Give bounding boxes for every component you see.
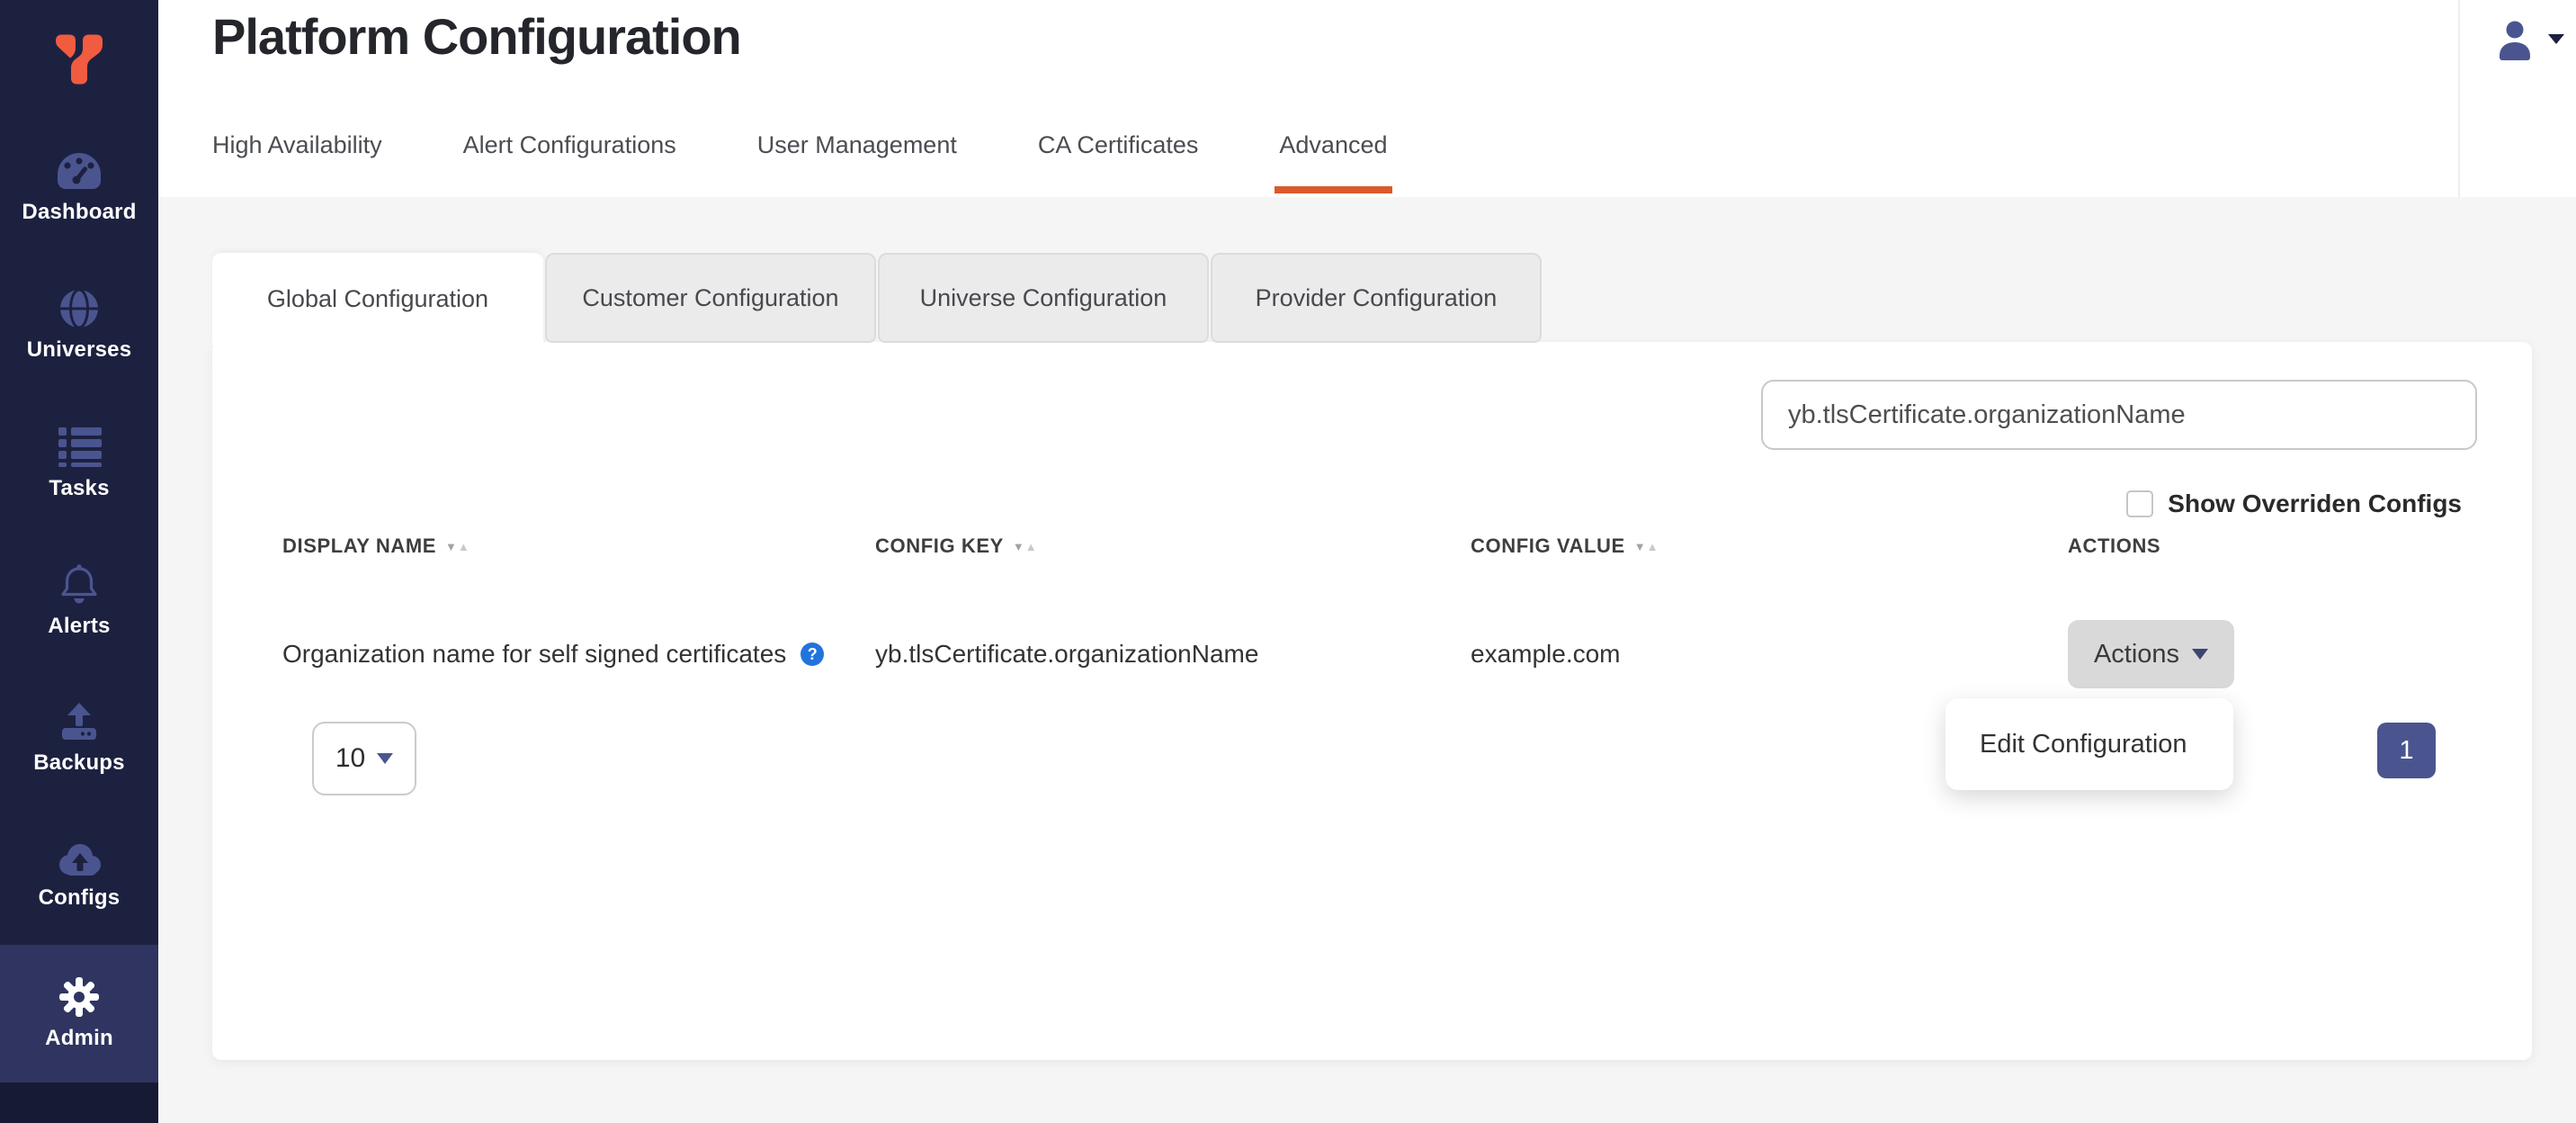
config-table-header: DISPLAY NAME▼▲ CONFIG KEY▼▲ CONFIG VALUE… — [282, 535, 2462, 558]
user-avatar-icon — [2496, 20, 2534, 61]
chevron-down-icon — [2548, 34, 2564, 44]
dashboard-gauge-icon — [56, 150, 103, 192]
sidebar-item-label: Alerts — [48, 614, 110, 639]
gear-icon — [58, 976, 101, 1018]
sort-asc-icon: ▲ — [1647, 540, 1659, 553]
yugabyte-logo-icon — [49, 32, 109, 86]
config-subtabs: Global Configuration Customer Configurat… — [212, 253, 1543, 346]
globe-icon — [58, 288, 100, 329]
subtab-provider-configuration[interactable]: Provider Configuration — [1211, 253, 1542, 343]
sidebar: Dashboard Universes Tasks A — [0, 0, 158, 1123]
header-tabs: High Availability Alert Configurations U… — [212, 93, 1388, 197]
column-header-display-name[interactable]: DISPLAY NAME▼▲ — [282, 535, 875, 558]
page-size-selector[interactable]: 10 — [312, 722, 416, 795]
column-header-config-value[interactable]: CONFIG VALUE▼▲ — [1471, 535, 2068, 558]
help-icon[interactable]: ? — [801, 642, 824, 666]
cell-display-name: Organization name for self signed certif… — [282, 640, 875, 669]
sidebar-item-universes[interactable]: Universes — [0, 256, 158, 394]
sidebar-item-alerts[interactable]: Alerts — [0, 532, 158, 669]
global-configuration-panel: Show Overriden Configs DISPLAY NAME▼▲ CO… — [212, 342, 2532, 1060]
sidebar-item-admin[interactable]: Admin — [0, 945, 158, 1083]
sidebar-bottom-strip — [0, 1083, 158, 1123]
caret-down-icon — [377, 753, 393, 764]
tab-high-availability[interactable]: High Availability — [212, 93, 382, 197]
sort-icons[interactable]: ▼▲ — [1013, 540, 1038, 553]
tab-ca-certificates[interactable]: CA Certificates — [1038, 93, 1199, 197]
subtab-global-configuration[interactable]: Global Configuration — [212, 253, 543, 346]
sidebar-item-label: Admin — [45, 1026, 113, 1051]
sidebar-item-configs[interactable]: Configs — [0, 807, 158, 945]
header: Platform Configuration High Availability… — [158, 0, 2576, 197]
cell-config-value: example.com — [1471, 640, 2068, 669]
sidebar-item-backups[interactable]: Backups — [0, 669, 158, 807]
page-title: Platform Configuration — [212, 7, 741, 66]
subtab-universe-configuration[interactable]: Universe Configuration — [878, 253, 1209, 343]
table-row: Organization name for self signed certif… — [282, 609, 2462, 699]
sort-icons[interactable]: ▼▲ — [445, 540, 470, 553]
tab-user-management[interactable]: User Management — [757, 93, 957, 197]
tab-alert-configurations[interactable]: Alert Configurations — [463, 93, 676, 197]
sidebar-item-label: Backups — [33, 750, 124, 776]
show-overridden-label: Show Overriden Configs — [2168, 490, 2462, 518]
actions-dropdown-button[interactable]: Actions — [2068, 620, 2234, 688]
sort-desc-icon: ▼ — [445, 540, 458, 553]
show-overridden-configs: Show Overriden Configs — [2126, 490, 2462, 518]
config-search-input[interactable] — [1761, 380, 2477, 450]
sidebar-item-label: Universes — [27, 337, 132, 363]
sort-desc-icon: ▼ — [1634, 540, 1647, 553]
show-overridden-checkbox[interactable] — [2126, 490, 2153, 517]
menu-item-edit-configuration[interactable]: Edit Configuration — [1980, 730, 2187, 759]
sort-asc-icon: ▲ — [1025, 540, 1038, 553]
subtab-customer-configuration[interactable]: Customer Configuration — [545, 253, 876, 343]
tab-advanced[interactable]: Advanced — [1279, 93, 1387, 197]
pagination-page-1-button[interactable]: 1 — [2377, 723, 2436, 778]
column-header-actions: ACTIONS — [2068, 535, 2462, 558]
backup-upload-icon — [57, 701, 102, 742]
column-header-config-key[interactable]: CONFIG KEY▼▲ — [875, 535, 1471, 558]
main-content: Global Configuration Customer Configurat… — [158, 197, 2576, 1123]
bell-icon — [58, 562, 100, 606]
yugabyte-logo[interactable] — [0, 0, 158, 119]
user-menu[interactable] — [2458, 0, 2576, 197]
sidebar-item-tasks[interactable]: Tasks — [0, 394, 158, 532]
sort-desc-icon: ▼ — [1013, 540, 1025, 553]
cell-actions: Actions — [2068, 620, 2462, 688]
actions-dropdown-menu: Edit Configuration — [1945, 698, 2233, 790]
cell-config-key: yb.tlsCertificate.organizationName — [875, 640, 1471, 669]
sidebar-item-dashboard[interactable]: Dashboard — [0, 119, 158, 256]
caret-down-icon — [2192, 649, 2208, 660]
sidebar-item-label: Dashboard — [22, 200, 136, 225]
cloud-upload-icon — [56, 841, 103, 877]
sort-asc-icon: ▲ — [458, 540, 470, 553]
task-list-icon — [55, 425, 103, 468]
sort-icons[interactable]: ▼▲ — [1634, 540, 1659, 553]
sidebar-item-label: Configs — [39, 885, 121, 911]
sidebar-item-label: Tasks — [49, 476, 109, 501]
